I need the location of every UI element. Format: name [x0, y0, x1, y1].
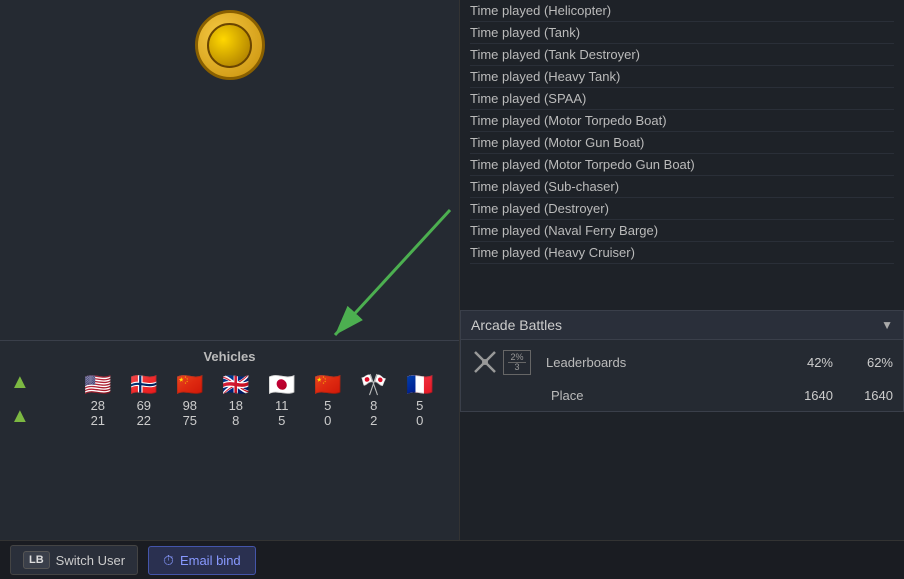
- flag-col-fr: 🇫🇷 5 0: [400, 372, 440, 428]
- flag-jp-top: 11: [275, 398, 289, 413]
- flag-col-cn2: 🇨🇳 5 0: [308, 372, 348, 428]
- flag-cn-bot: 75: [183, 413, 197, 428]
- stat-item: Time played (Destroyer): [470, 198, 894, 220]
- flag-cn2-top: 5: [324, 398, 331, 413]
- flag-fr-bot: 0: [416, 413, 423, 428]
- flag-us: 🇺🇸: [84, 372, 111, 398]
- flag-col-mx: 🎌 8 2: [354, 372, 394, 428]
- email-bind-label: Email bind: [180, 553, 241, 568]
- place1-value: 1640: [783, 388, 833, 403]
- flag-fr-top: 5: [416, 398, 423, 413]
- stats-list: Time played (Helicopter)Time played (Tan…: [460, 0, 904, 310]
- stat-item: Time played (SPAA): [470, 88, 894, 110]
- place-text: Place: [471, 388, 773, 403]
- left-panel: Vehicles ▲ ▲ 🇺🇸 28 21 🇳🇴 69 22 🇨🇳 98 75: [0, 0, 460, 540]
- leaderboards-section: 2% 3 Leaderboards 42% 62%: [461, 340, 903, 384]
- flag-col-jp: 🇯🇵 11 5: [262, 372, 302, 428]
- up-arrow: ▲: [10, 372, 30, 392]
- flag-jp: 🇯🇵: [268, 372, 295, 398]
- place-row: Place 1640 1640: [461, 384, 903, 411]
- email-bind-button[interactable]: ⏱ Email bind: [148, 546, 256, 575]
- arcade-chevron: ▼: [881, 318, 893, 332]
- lb-badge: LB: [23, 551, 50, 569]
- rank-arrows: ▲ ▲: [10, 372, 30, 426]
- switch-user-label: Switch User: [56, 553, 125, 568]
- main-container: Vehicles ▲ ▲ 🇺🇸 28 21 🇳🇴 69 22 🇨🇳 98 75: [0, 0, 904, 540]
- flag-no: 🇳🇴: [130, 372, 157, 398]
- stat-item: Time played (Motor Torpedo Gun Boat): [470, 154, 894, 176]
- flag-col-us: 🇺🇸 28 21: [78, 372, 118, 428]
- stat-item: Time played (Heavy Cruiser): [470, 242, 894, 264]
- stat-item: Time played (Tank): [470, 22, 894, 44]
- flag-gb-bot: 8: [232, 413, 239, 428]
- flag-cn-top: 98: [183, 398, 197, 413]
- stat-item: Time played (Motor Gun Boat): [470, 132, 894, 154]
- right-panel: Time played (Helicopter)Time played (Tan…: [460, 0, 904, 540]
- down-arrow: ▲: [10, 406, 30, 426]
- pct1-value: 42%: [783, 355, 833, 370]
- flags-row: 🇺🇸 28 21 🇳🇴 69 22 🇨🇳 98 75 🇬🇧 18 8 🇯🇵 11…: [38, 372, 440, 428]
- flag-us-bot: 21: [91, 413, 105, 428]
- vehicles-section: Vehicles ▲ ▲ 🇺🇸 28 21 🇳🇴 69 22 🇨🇳 98 75: [0, 340, 459, 540]
- flag-fr: 🇫🇷: [406, 372, 433, 398]
- medal-area: [0, 0, 459, 340]
- flag-cn2: 🇨🇳: [314, 372, 341, 398]
- switch-user-button[interactable]: LB Switch User: [10, 545, 138, 575]
- stat-item: Time played (Helicopter): [470, 0, 894, 22]
- flag-cn: 🇨🇳: [176, 372, 203, 398]
- flag-cn2-bot: 0: [324, 413, 331, 428]
- bottom-bar: LB Switch User ⏱ Email bind: [0, 540, 904, 579]
- stat-item: Time played (Motor Torpedo Boat): [470, 110, 894, 132]
- flag-mx-top: 8: [370, 398, 377, 413]
- flag-mx-bot: 2: [370, 413, 377, 428]
- arcade-label: Arcade Battles: [471, 317, 562, 333]
- flag-col-no: 🇳🇴 69 22: [124, 372, 164, 428]
- stat-item: Time played (Heavy Tank): [470, 66, 894, 88]
- pct2-value: 62%: [843, 355, 893, 370]
- stat-item: Time played (Sub-chaser): [470, 176, 894, 198]
- flag-col-cn: 🇨🇳 98 75: [170, 372, 210, 428]
- flag-gb-top: 18: [229, 398, 243, 413]
- flag-gb: 🇬🇧: [222, 372, 249, 398]
- arcade-dropdown[interactable]: Arcade Battles ▼: [461, 311, 903, 340]
- place2-value: 1640: [843, 388, 893, 403]
- clock-icon: ⏱: [163, 552, 174, 569]
- leaderboards-text: Leaderboards: [546, 355, 773, 370]
- vehicles-title: Vehicles: [10, 349, 449, 364]
- flag-col-gb: 🇬🇧 18 8: [216, 372, 256, 428]
- arcade-section: Arcade Battles ▼ 2%: [460, 310, 904, 412]
- stat-item: Time played (Naval Ferry Barge): [470, 220, 894, 242]
- stat-item: Time played (Tank Destroyer): [470, 44, 894, 66]
- flag-mx: 🎌: [360, 372, 387, 398]
- crossed-swords-icon: [471, 348, 499, 376]
- flag-no-bot: 22: [137, 413, 151, 428]
- flag-no-top: 69: [137, 398, 151, 413]
- flag-jp-bot: 5: [278, 413, 285, 428]
- medal-icon: [195, 10, 265, 80]
- rank-badge-icon: 2% 3: [503, 350, 531, 375]
- flag-us-top: 28: [91, 398, 105, 413]
